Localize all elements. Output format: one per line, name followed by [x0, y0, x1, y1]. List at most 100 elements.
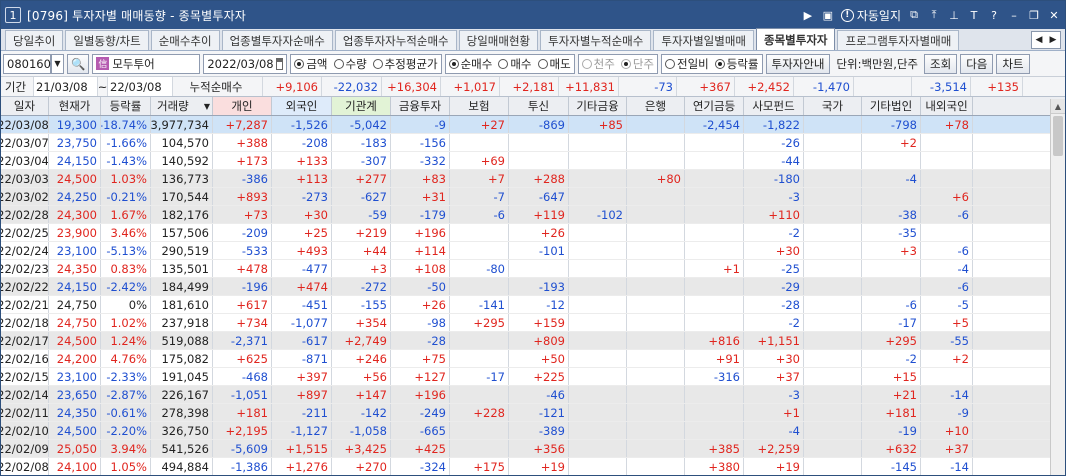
tab-1[interactable]: 일별동향/차트 — [65, 30, 149, 50]
table-row[interactable]: 22/02/15 23,100 -2.33% 191,045 -468 +397 +56 +1… — [1, 368, 1065, 386]
investor-guide-button[interactable]: 투자자안내 — [765, 53, 831, 74]
grp1-option-0[interactable]: 금액 — [294, 56, 328, 72]
investor-cell: -332 — [391, 152, 450, 169]
grp2-option-0[interactable]: 순매수 — [448, 56, 492, 72]
tab-9[interactable]: 프로그램투자자별매매 — [837, 30, 960, 50]
next-button[interactable]: 다음 — [960, 53, 994, 74]
help-icon[interactable]: ? — [987, 8, 1001, 22]
fullscreen-icon[interactable]: ▣ — [821, 8, 835, 22]
column-header-1[interactable]: 현재가 — [49, 97, 101, 115]
grp4-option-0[interactable]: 전일비 — [665, 56, 709, 72]
column-header-11[interactable]: 은행 — [627, 97, 685, 115]
search-icon[interactable]: 🔍 — [67, 53, 90, 74]
table-row[interactable]: 22/02/28 24,300 1.67% 182,176 +73 +30 -59 -179-… — [1, 206, 1065, 224]
volume-cell: 191,045 — [151, 368, 213, 385]
table-row[interactable]: 22/02/23 24,350 0.83% 135,501 +478 -477 +3 +108… — [1, 260, 1065, 278]
upload-icon[interactable]: ⤒ — [927, 8, 941, 22]
link-icon[interactable]: ⧉ — [907, 8, 921, 22]
grp2-option-2[interactable]: 매도 — [537, 56, 571, 72]
table-row[interactable]: 22/03/08 19,300 -18.74% 3,977,734 +7,287 -1,5… — [1, 116, 1065, 134]
tab-2[interactable]: 순매수추이 — [150, 30, 220, 50]
tab-5[interactable]: 당일매매현황 — [458, 30, 539, 50]
table-row[interactable]: 22/03/07 23,750 -1.66% 104,570 +388 -208 -183-… — [1, 134, 1065, 152]
table-row[interactable]: 22/02/14 23,650 -2.87% 226,167 -1,051 +897 +14… — [1, 386, 1065, 404]
investor-cell — [804, 314, 862, 331]
minimize-icon[interactable]: – — [1007, 8, 1021, 22]
column-header-6[interactable]: 기관계 — [332, 97, 391, 115]
close-icon[interactable]: ✕ — [1047, 8, 1061, 22]
arrow-right-icon[interactable]: ▶ — [801, 8, 815, 22]
summary-to[interactable]: 22/03/08 — [108, 77, 173, 96]
grp2-label-1: 매수 — [510, 56, 532, 71]
column-header-9[interactable]: 투신 — [509, 97, 569, 115]
table-row[interactable]: 22/03/04 24,150 -1.43% 140,592 +173 +133 -307-… — [1, 152, 1065, 170]
column-header-3[interactable]: 거래량 ▼ — [151, 97, 213, 115]
investor-cell — [921, 152, 973, 169]
column-header-13[interactable]: 사모펀드 — [744, 97, 804, 115]
column-header-15[interactable]: 기타법인 — [862, 97, 921, 115]
investor-cell: -451 — [272, 296, 332, 313]
investor-cell: +270 — [332, 458, 391, 475]
table-row[interactable]: 22/02/22 24,150 -2.42% 184,499 -196 +474 -272-… — [1, 278, 1065, 296]
scroll-up-icon[interactable]: ▲ — [1051, 99, 1065, 114]
font-icon[interactable]: T — [967, 8, 981, 22]
tab-8[interactable]: 종목별투자자 — [756, 28, 836, 50]
table-row[interactable]: 22/02/16 24,200 4.76% 175,082 +625 -871 +246 +7… — [1, 350, 1065, 368]
column-header-12[interactable]: 연기금등 — [685, 97, 744, 115]
column-header-5[interactable]: 외국인 — [272, 97, 332, 115]
table-row[interactable]: 22/02/17 24,500 1.24% 519,088 -2,371 -617 +2,7… — [1, 332, 1065, 350]
grp1-label-1: 수량 — [345, 56, 367, 71]
table-row[interactable]: 22/02/24 23,100 -5.13% 290,519 -533 +493 +44 +1… — [1, 242, 1065, 260]
investor-cell: -1,051 — [213, 386, 272, 403]
stock-code-input[interactable]: 080160 — [3, 53, 51, 74]
table-row[interactable]: 22/02/09 25,050 3.94% 541,526 -5,609 +1,515 +3… — [1, 440, 1065, 458]
table-row[interactable]: 22/02/21 24,750 0% 181,610 +617 -451 -155 +26 -1… — [1, 296, 1065, 314]
chevron-down-icon[interactable]: ▼ — [51, 53, 64, 74]
vertical-scrollbar[interactable]: ▲ — [1050, 99, 1065, 475]
auto-journal-button[interactable]: ! 자동일지 — [840, 7, 901, 24]
summary-from[interactable]: 21/03/08 — [34, 77, 98, 96]
tab-right-icon[interactable]: ▶ — [1046, 32, 1060, 48]
column-header-0[interactable]: 일자 — [1, 97, 49, 115]
tab-4[interactable]: 업종투자자누적순매수 — [334, 30, 457, 50]
chart-button[interactable]: 차트 — [996, 53, 1030, 74]
investor-cell: -102 — [569, 206, 627, 223]
sort-down-icon[interactable]: ▼ — [204, 102, 210, 111]
price-cell: 24,500 — [49, 422, 101, 439]
column-header-16[interactable]: 내외국인 — [921, 97, 973, 115]
grp3-option-1[interactable]: 단주 — [620, 56, 654, 72]
column-header-2[interactable]: 등락률 — [101, 97, 151, 115]
pin-icon[interactable]: ⊥ — [947, 8, 961, 22]
table-row[interactable]: 22/02/10 24,500 -2.20% 326,750 +2,195 -1,127-… — [1, 422, 1065, 440]
date-input[interactable]: 2022/03/08 — [203, 53, 288, 74]
grp2-option-1[interactable]: 매수 — [498, 56, 532, 72]
tab-3[interactable]: 업종별투자자순매수 — [221, 30, 333, 50]
calendar-icon[interactable] — [275, 57, 284, 70]
table-row[interactable]: 22/03/03 24,500 1.03% 136,773 -386 +113 +277 +8… — [1, 170, 1065, 188]
tab-7[interactable]: 투자자별일별매매 — [653, 30, 754, 50]
table-row[interactable]: 22/03/02 24,250 -0.21% 170,544 +893 -273 -627 +… — [1, 188, 1065, 206]
stock-name-field[interactable]: 信 모두투어 — [92, 53, 201, 74]
column-header-7[interactable]: 금융투자 — [391, 97, 450, 115]
column-header-8[interactable]: 보험 — [450, 97, 509, 115]
column-header-10[interactable]: 기타금융 — [569, 97, 627, 115]
query-button[interactable]: 조회 — [924, 53, 958, 74]
investor-cell — [804, 368, 862, 385]
investor-cell — [627, 224, 685, 241]
table-row[interactable]: 22/02/18 24,750 1.02% 237,918 +734 -1,077 +354… — [1, 314, 1065, 332]
scroll-thumb[interactable] — [1053, 116, 1063, 156]
column-header-4[interactable]: 개인 — [213, 97, 272, 115]
grp1-option-1[interactable]: 수량 — [333, 56, 367, 72]
tab-6[interactable]: 투자자별누적순매수 — [540, 30, 652, 50]
tab-left-icon[interactable]: ◀ — [1032, 32, 1046, 48]
table-row[interactable]: 22/02/25 23,900 3.46% 157,506 -209 +25 +219 +19… — [1, 224, 1065, 242]
investor-cell — [862, 188, 921, 205]
restore-icon[interactable]: ❐ — [1027, 8, 1041, 22]
grp1-option-2[interactable]: 추정평균가 — [372, 56, 438, 72]
tab-0[interactable]: 당일추이 — [5, 30, 64, 50]
table-row[interactable]: 22/02/11 24,350 -0.61% 278,398 +181 -211 -142-… — [1, 404, 1065, 422]
column-header-14[interactable]: 국가 — [804, 97, 862, 115]
grp3-option-0[interactable]: 천주 — [581, 56, 615, 72]
table-row[interactable]: 22/02/08 24,100 1.05% 494,884 -1,386 +1,276 +2… — [1, 458, 1065, 475]
grp4-option-1[interactable]: 등락률 — [714, 56, 759, 72]
